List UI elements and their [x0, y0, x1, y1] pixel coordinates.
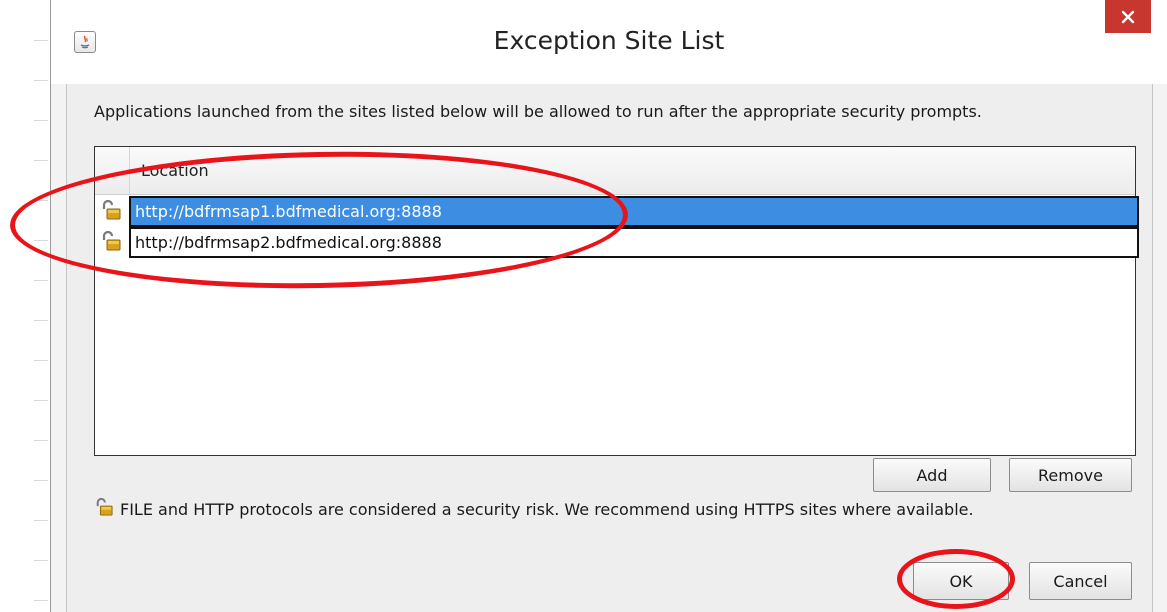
column-header-location[interactable]: Location [141, 161, 209, 180]
security-warning-text: FILE and HTTP protocols are considered a… [120, 499, 974, 519]
window-title: Exception Site List [493, 26, 725, 55]
description-text: Applications launched from the sites lis… [94, 102, 982, 121]
close-button[interactable] [1105, 0, 1151, 33]
site-list-table[interactable]: Location http://bdfrmsap1.bdfmedical.org… [94, 146, 1139, 456]
security-warning: FILE and HTTP protocols are considered a… [94, 497, 974, 520]
unlocked-padlock-icon [100, 199, 122, 225]
background-spreadsheet-edge [0, 0, 50, 612]
table-header: Location [95, 147, 1135, 195]
table-row[interactable]: http://bdfrmsap1.bdfmedical.org:8888 [95, 196, 1139, 227]
close-icon [1121, 10, 1135, 23]
add-button[interactable]: Add [873, 458, 991, 492]
remove-button[interactable]: Remove [1009, 458, 1132, 492]
site-url-cell[interactable]: http://bdfrmsap2.bdfmedical.org:8888 [129, 227, 1139, 258]
cancel-button[interactable]: Cancel [1029, 562, 1132, 600]
header-divider [129, 147, 130, 194]
exception-site-list-dialog: Exception Site List Applications launche… [50, 0, 1167, 612]
table-row[interactable]: http://bdfrmsap2.bdfmedical.org:8888 [95, 227, 1139, 258]
ok-button[interactable]: OK [913, 562, 1009, 600]
site-url-cell[interactable]: http://bdfrmsap1.bdfmedical.org:8888 [129, 196, 1139, 227]
unlocked-padlock-icon [100, 230, 122, 256]
title-bar[interactable]: Exception Site List [51, 0, 1167, 84]
screenshot-stage: Exception Site List Applications launche… [0, 0, 1167, 612]
unlocked-padlock-icon [94, 497, 114, 520]
dialog-content: Applications launched from the sites lis… [66, 84, 1153, 612]
